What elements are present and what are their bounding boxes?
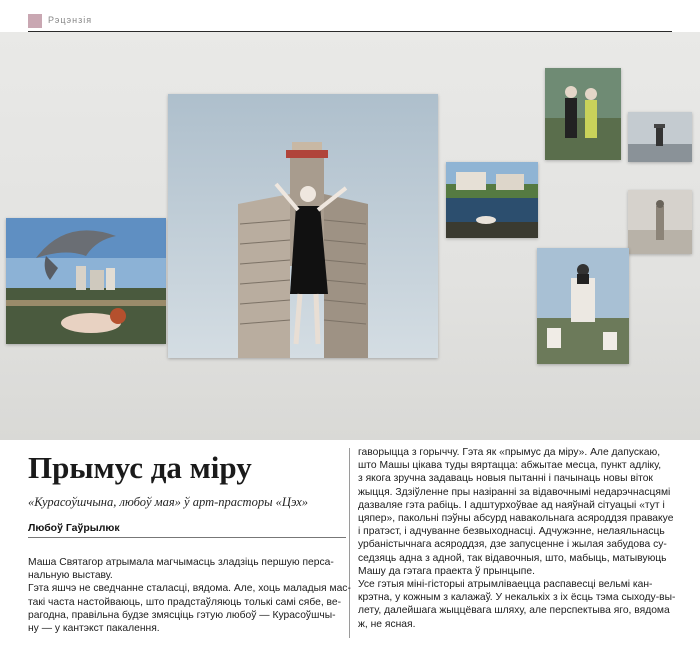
text-line: з якога зручна задаваць новыя пытанні і … (358, 473, 653, 485)
text-line: такі часта настойваюць, што прадстаўляюц… (28, 596, 342, 608)
text-line: гаворыцца з горыччу. Гэта як «прымус да … (358, 447, 661, 458)
text-line: урбаністычнага асяроддзя, дзе запусценне… (358, 539, 667, 551)
section-header: Рэцэнзія (28, 10, 672, 32)
gallery-wall-photo (0, 32, 700, 440)
section-label: Рэцэнзія (48, 15, 93, 25)
column-divider (349, 448, 350, 638)
article-author: Любоў Гаўрылюк (28, 522, 120, 534)
collage-two-girls (545, 68, 621, 160)
collage-dolphin (6, 218, 166, 344)
text-line: што Машы цікава туды вяртацца: абжытае м… (358, 460, 662, 472)
text-line: лету, далейшага жыццёвага шляху, але пер… (358, 605, 670, 617)
article-column-right: гаворыцца з горыччу. Гэта як «прымус да … (358, 446, 678, 631)
collage-lake-buildings (446, 162, 538, 238)
text-line: Машу да гэтага праекта ў прынцыпе. (358, 565, 535, 577)
text-line: Усе гэтыя міні-гісторыі атрымліваецца ра… (358, 579, 653, 591)
text-line: жыцця. Здзіўленне пры назіранні за відав… (358, 486, 671, 498)
text-line: рагодна, правільна будзе змясціць гэтую … (28, 609, 336, 621)
collage-pillar (628, 190, 692, 254)
article-column-left: Маша Святагор атрымала магчымасць зладзі… (28, 556, 351, 635)
collage-tower-dancer (168, 94, 438, 358)
text-line: крэтна, у кожным з калажаў. У некалькіх … (358, 592, 676, 604)
text-line: нальную выставу. (28, 570, 113, 582)
section-color-mark (28, 14, 42, 28)
author-rule (28, 537, 346, 538)
text-line: Гэта яшчэ не сведчанне сталасці, вядома.… (28, 583, 351, 595)
text-line: і пратэст, і адчуванне безвыходнасці. Ад… (358, 526, 665, 538)
article: Прымус да міру «Курасоўшчына, любоў мая»… (0, 440, 700, 645)
article-subtitle: «Курасоўшчына, любоў мая» ў арт-прасторы… (28, 495, 309, 509)
text-line: Маша Святагор атрымала магчымасць зладзі… (28, 557, 334, 568)
collage-statue (537, 248, 629, 364)
text-line: цяпер», пакольні пэўны абсурд навакольна… (358, 513, 674, 525)
text-line: седзяць адна з адной, так відавочныя, шт… (358, 552, 667, 564)
text-line: ну — у кантэкст пакалення. (28, 623, 160, 635)
collage-lighthouse (628, 112, 692, 162)
text-line: ж, не ясная. (358, 618, 416, 630)
article-title: Прымус да міру (28, 450, 252, 485)
text-line: дазваляе гэта рабіць. І адштурхоўвае ад … (358, 499, 665, 511)
